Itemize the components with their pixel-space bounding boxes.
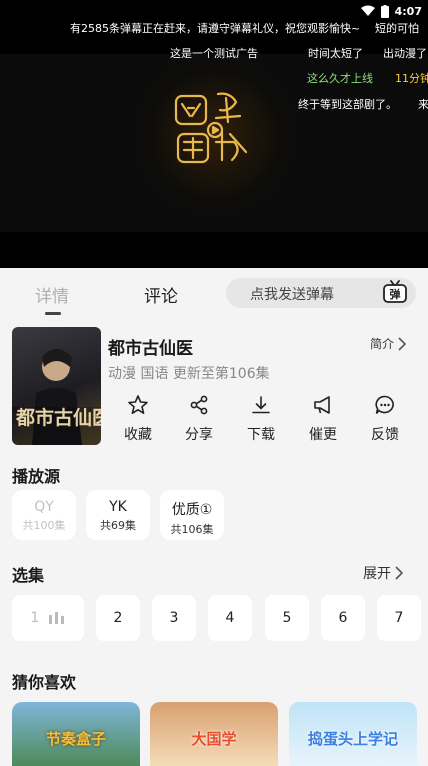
recommend-card[interactable]: 节奏盒子 — [12, 702, 140, 766]
episode-number: 5 — [282, 610, 292, 626]
episode-number: 4 — [225, 610, 235, 626]
chevron-right-icon — [395, 566, 403, 580]
favorite-label: 收藏 — [124, 427, 152, 443]
chevron-right-icon — [398, 336, 407, 351]
episode-item[interactable]: 4 — [208, 595, 252, 641]
recommend-card-title: 节奏盒子 — [45, 730, 106, 748]
episode-item[interactable]: 1 — [12, 595, 84, 641]
favorite-button[interactable]: 收藏 — [116, 394, 160, 444]
show-title: 都市古仙医 — [108, 339, 193, 359]
source-count: 共69集 — [100, 519, 136, 532]
danmaku-comment: 这么久才上线 — [307, 72, 373, 85]
recommend-card-title: 捣蛋头上学记 — [307, 730, 398, 748]
status-bar: 4:07 — [360, 2, 422, 20]
recommend-card[interactable]: 捣蛋头上学记 — [289, 702, 417, 766]
star-icon — [128, 395, 148, 414]
feedback-button[interactable]: 反馈 — [363, 394, 407, 444]
episodes-title: 选集 — [12, 566, 45, 585]
danmaku-comment: 终于等到这部剧了。 — [298, 98, 397, 111]
danmaku-input-placeholder: 点我发送弹幕 — [250, 287, 334, 303]
danmaku-comment: 时间太短了 — [308, 47, 363, 60]
urge-update-button[interactable]: 催更 — [301, 394, 345, 444]
detail-sheet: 详情 评论 点我发送弹幕 弹 都市古仙医 都市古仙医 简介 动漫 国语 更新至第… — [0, 268, 428, 766]
show-poster[interactable]: 都市古仙医 — [12, 327, 101, 445]
tab-indicator — [45, 312, 61, 315]
poster-title: 都市古仙医 — [16, 407, 101, 429]
source-item[interactable]: 优质① 共106集 — [160, 490, 224, 540]
source-name: QY — [34, 499, 54, 515]
recommend-title: 猜你喜欢 — [12, 673, 77, 692]
player-bottom-bar — [0, 232, 428, 268]
episode-item[interactable]: 5 — [265, 595, 309, 641]
intro-label: 简介 — [370, 337, 395, 351]
episode-number: 6 — [338, 610, 348, 626]
feedback-icon — [375, 395, 394, 415]
status-time: 4:07 — [394, 4, 422, 18]
episode-number: 3 — [169, 610, 179, 626]
source-item[interactable]: YK 共69集 — [86, 490, 150, 540]
download-label: 下载 — [247, 427, 275, 443]
episode-item[interactable]: 6 — [321, 595, 365, 641]
video-player[interactable]: 4:07 有2585条弹幕正在赶来，请遵守弹幕礼仪，祝您观影愉快~ 短的可怕 这… — [0, 0, 428, 268]
share-button[interactable]: 分享 — [177, 394, 221, 444]
source-item[interactable]: QY 共100集 — [12, 490, 76, 540]
megaphone-icon — [314, 396, 330, 414]
sources-title: 播放源 — [12, 467, 61, 486]
danmaku-toggle-icon[interactable]: 弹 — [382, 280, 408, 304]
intro-link[interactable]: 简介 — [370, 335, 407, 352]
tab-details[interactable]: 详情 — [35, 282, 69, 307]
episode-number: 7 — [394, 610, 404, 626]
tab-comments[interactable]: 评论 — [144, 282, 178, 307]
danmaku-comment: 短的可怕 — [375, 22, 419, 35]
playing-bars-icon — [48, 612, 64, 624]
danmaku-comment: 11分钟 — [395, 72, 428, 85]
tab-bar: 详情 评论 点我发送弹幕 弹 — [0, 268, 428, 318]
episode-item[interactable]: 7 — [377, 595, 421, 641]
danmaku-comment: 来 — [418, 98, 428, 111]
download-button[interactable]: 下载 — [239, 394, 283, 444]
danmaku-comment: 这是一个测试广告 — [170, 47, 258, 60]
battery-icon — [380, 4, 389, 18]
source-name: 优质① — [171, 502, 213, 518]
source-count: 共100集 — [22, 519, 66, 532]
recommend-card[interactable]: 大国学 — [150, 702, 278, 766]
recommend-card-title: 大国学 — [191, 730, 237, 748]
episode-item[interactable]: 2 — [96, 595, 140, 641]
episode-number: 2 — [113, 610, 123, 626]
danmaku-toggle-label: 弹 — [390, 287, 401, 301]
danmaku-comment: 出动漫了 — [383, 47, 427, 60]
action-bar: 收藏 分享 下载 催更 反馈 — [108, 394, 416, 450]
share-icon — [190, 395, 208, 415]
source-count: 共106集 — [170, 523, 214, 536]
urge-update-label: 催更 — [309, 427, 337, 443]
download-icon — [252, 396, 270, 414]
source-name: YK — [109, 499, 127, 515]
wifi-icon — [360, 5, 375, 16]
episode-item[interactable]: 3 — [152, 595, 196, 641]
danmaku-comment: 有2585条弹幕正在赶来，请遵守弹幕礼仪，祝您观影愉快~ — [70, 22, 361, 35]
show-meta: 动漫 国语 更新至第106集 — [108, 366, 270, 382]
episode-number: 1 — [30, 610, 40, 626]
share-label: 分享 — [185, 427, 213, 443]
site-logo-icon — [174, 92, 248, 164]
expand-label: 展开 — [363, 566, 391, 582]
expand-episodes-button[interactable]: 展开 — [363, 563, 403, 583]
feedback-label: 反馈 — [371, 427, 399, 443]
